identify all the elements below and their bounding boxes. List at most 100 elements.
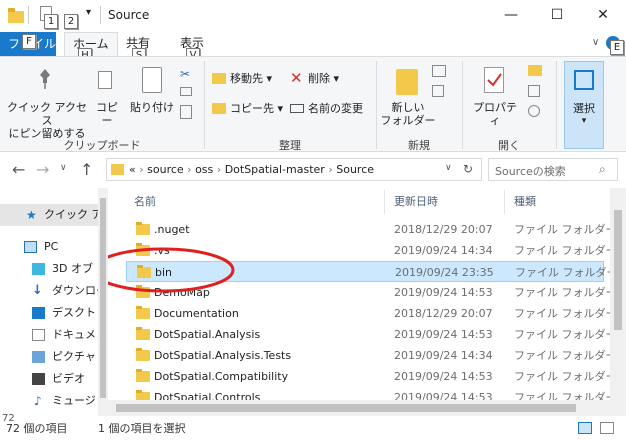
properties-button[interactable]: プロパティ — [468, 101, 522, 127]
breadcrumb-oss[interactable]: oss — [195, 163, 213, 176]
file-row[interactable]: DotSpatial.Analysis 2019/09/24 14:53 ファイ… — [126, 324, 617, 345]
refresh-icon[interactable]: ↻ — [463, 162, 473, 176]
pin-to-quick-access-button[interactable]: クイック アクセス にピン留めする — [4, 101, 90, 140]
file-date: 2019/09/24 14:34 — [394, 244, 493, 257]
folder-icon — [136, 369, 150, 382]
horizontal-scrollbar[interactable] — [108, 400, 610, 416]
delete-button[interactable]: 削除 ▾ — [308, 72, 339, 86]
pin-icon[interactable] — [36, 67, 54, 91]
file-type: ファイル フォルダー — [514, 286, 617, 299]
download-arrow-icon: ↓ — [32, 283, 43, 298]
sort-indicator-icon: ^ — [248, 188, 257, 195]
new-item-icon[interactable] — [432, 65, 446, 77]
column-divider[interactable] — [384, 190, 385, 214]
nav-label: クイック ア — [44, 208, 103, 221]
folder-icon — [136, 348, 150, 361]
nav-scrollbar-thumb[interactable] — [100, 198, 106, 398]
maximize-button[interactable]: ☐ — [534, 0, 580, 30]
collapse-ribbon-icon[interactable]: ∨ — [592, 37, 599, 48]
file-row[interactable]: DotSpatial.Compatibility 2019/09/24 14:5… — [126, 366, 617, 387]
details-view-icon[interactable] — [578, 422, 592, 434]
breadcrumb-overflow[interactable]: « — [129, 163, 136, 176]
open-icon[interactable] — [528, 65, 542, 76]
keytip-2: 2 — [64, 14, 78, 29]
nav-item-pc[interactable]: PC — [0, 236, 108, 258]
column-header-name[interactable]: 名前 — [134, 190, 156, 214]
nav-item-music[interactable]: ♪ ミュージッ — [0, 390, 108, 412]
scrollbar-thumb[interactable] — [614, 210, 622, 330]
copy-path-icon[interactable] — [180, 87, 192, 96]
nav-item-documents[interactable]: ドキュメン — [0, 324, 108, 346]
group-separator — [376, 61, 377, 149]
qat-dropdown-icon[interactable]: ▾ — [86, 7, 91, 18]
breadcrumb-dotspatial-master[interactable]: DotSpatial-master — [225, 163, 325, 176]
large-icons-view-icon[interactable] — [600, 422, 614, 434]
nav-scrollbar[interactable] — [98, 188, 108, 416]
recent-locations-icon[interactable]: ∨ — [60, 163, 67, 173]
nav-item-3d-objects[interactable]: 3D オブ — [0, 258, 108, 280]
up-arrow-icon[interactable]: ↑ — [80, 160, 93, 179]
file-row[interactable]: .nuget 2018/12/29 20:07 ファイル フォルダー — [126, 219, 617, 240]
window-title: Source — [108, 8, 150, 22]
column-header-date[interactable]: 更新日時 — [394, 190, 438, 214]
new-folder-button[interactable]: 新しい フォルダー — [380, 101, 436, 127]
ribbon-tab-bar: ファイル F ホーム H 共有 S 表示 V ∨ E — [0, 32, 626, 63]
new-folder-label-line1: 新しい — [391, 101, 425, 114]
computer-icon — [24, 241, 37, 253]
move-to-button[interactable]: 移動先 ▾ — [230, 72, 272, 86]
close-button[interactable]: ✕ — [580, 0, 626, 30]
rename-button[interactable]: 名前の変更 — [308, 102, 363, 116]
folder-icon — [8, 7, 24, 23]
rename-icon — [290, 104, 304, 113]
copy-button[interactable]: コピー — [92, 101, 122, 127]
paste-button[interactable]: 貼り付け — [128, 101, 176, 114]
selected-count: 1 個の項目を選択 — [98, 422, 186, 435]
nav-item-quick-access[interactable]: ★ クイック ア — [0, 204, 108, 226]
select-button[interactable]: 選択 ▾ — [564, 61, 604, 149]
easy-access-icon[interactable] — [432, 85, 444, 97]
paste-shortcut-icon[interactable] — [180, 105, 192, 119]
new-folder-icon[interactable] — [396, 69, 418, 95]
column-divider[interactable] — [504, 190, 505, 214]
copy-to-button[interactable]: コピー先 ▾ — [230, 102, 283, 116]
file-row[interactable]: Documentation 2018/12/29 20:07 ファイル フォルダ… — [126, 303, 617, 324]
column-header-type[interactable]: 種類 — [514, 190, 536, 214]
breadcrumb-source[interactable]: source — [147, 163, 184, 176]
search-input[interactable]: Sourceの検索 ⌕ — [488, 158, 618, 181]
address-bar[interactable]: « › source › oss › DotSpatial-master › S… — [106, 158, 482, 181]
edit-icon[interactable] — [528, 85, 540, 97]
cut-icon[interactable]: ✂ — [180, 67, 190, 81]
divider — [28, 6, 29, 24]
history-icon[interactable] — [528, 105, 540, 117]
nav-item-videos[interactable]: ビデオ — [0, 368, 108, 390]
nav-item-pictures[interactable]: ピクチャ — [0, 346, 108, 368]
minimize-button[interactable]: — — [488, 0, 534, 30]
document-icon — [32, 329, 45, 341]
open-group-label: 開く — [498, 139, 520, 152]
file-type: ファイル フォルダー — [514, 328, 617, 341]
music-note-icon: ♪ — [34, 394, 42, 408]
annotation-ellipse — [108, 247, 235, 293]
file-type: ファイル フォルダー — [515, 266, 618, 279]
nav-item-desktop[interactable]: デスクトッ — [0, 302, 108, 324]
horizontal-scrollbar-thumb[interactable] — [116, 404, 576, 412]
address-dropdown-icon[interactable]: ∨ — [445, 163, 452, 173]
picture-icon — [32, 351, 45, 363]
back-arrow-icon[interactable]: ← — [12, 160, 25, 179]
file-date: 2018/12/29 20:07 — [394, 307, 493, 320]
file-row[interactable]: DotSpatial.Analysis.Tests 2019/09/24 14:… — [126, 345, 617, 366]
nav-item-downloads[interactable]: ↓ ダウンロー — [0, 280, 108, 302]
file-list: ^ 名前 更新日時 種類 .nuget 2018/12/29 20:07 ファイ… — [108, 188, 626, 416]
file-list-scrollbar[interactable] — [610, 188, 626, 416]
status-bar: 72 72 個の項目 1 個の項目を選択 — [0, 413, 626, 441]
cube-icon — [32, 263, 45, 275]
nav-label: PC — [44, 240, 59, 253]
file-type: ファイル フォルダー — [514, 307, 617, 320]
copy-icon[interactable] — [98, 71, 112, 89]
breadcrumb-current[interactable]: Source — [336, 163, 374, 176]
paste-icon[interactable] — [142, 67, 162, 93]
file-name: Documentation — [154, 307, 239, 320]
properties-check-icon[interactable] — [484, 67, 504, 93]
forward-arrow-icon[interactable]: → — [36, 160, 49, 179]
title-bar: 1 2 ▾ Source — ☐ ✕ — [0, 0, 626, 32]
